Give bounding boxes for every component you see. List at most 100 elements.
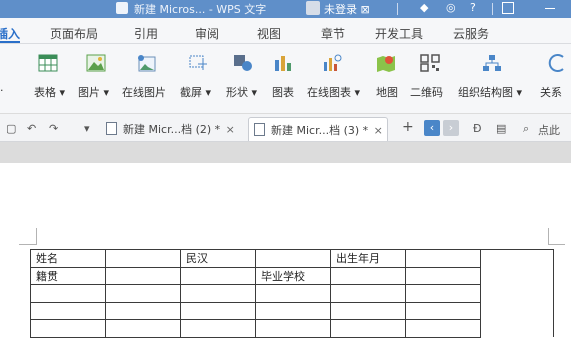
chart-icon bbox=[275, 56, 291, 71]
table-cell[interactable] bbox=[180, 284, 256, 303]
tab-chapter[interactable]: 章节 bbox=[321, 25, 345, 42]
table-cell[interactable] bbox=[30, 319, 106, 338]
table-cell[interactable] bbox=[330, 301, 406, 320]
doc-tab-label: 新建 Micr...档 (3) * bbox=[271, 124, 369, 137]
document-icon bbox=[116, 2, 128, 14]
table-cell[interactable]: 毕业学校 bbox=[255, 266, 331, 285]
table-cell[interactable]: 籍贯 bbox=[30, 266, 106, 285]
ribbon-item-online-chart[interactable]: 在线图表 ▾ bbox=[307, 84, 360, 100]
preview-icon[interactable]: ▢ bbox=[6, 122, 16, 135]
quick-access-dropdown-icon[interactable]: ▾ bbox=[84, 122, 90, 135]
close-icon[interactable]: × bbox=[226, 123, 235, 136]
doc-tab-2[interactable]: 新建 Micr...档 (2) * × bbox=[101, 117, 239, 141]
ribbon-item-shapes[interactable]: 形状 ▾ bbox=[226, 84, 257, 100]
table-cell[interactable]: 姓名 bbox=[30, 249, 106, 268]
question-icon[interactable]: ? bbox=[470, 1, 476, 14]
ribbon-label: 表格 bbox=[34, 86, 56, 99]
table-cell[interactable] bbox=[180, 301, 256, 320]
table-cell[interactable]: 民汉 bbox=[180, 249, 256, 268]
ribbon-item-screenshot[interactable]: 截屏 ▾ bbox=[180, 84, 211, 100]
relation-icon bbox=[548, 54, 564, 72]
tab-view[interactable]: 视图 bbox=[257, 25, 281, 42]
table-icon bbox=[38, 54, 58, 72]
table-row bbox=[30, 284, 554, 303]
ribbon-item-map[interactable]: 地图 bbox=[376, 84, 398, 100]
tab-cloud[interactable]: 云服务 bbox=[453, 25, 489, 42]
table-cell[interactable] bbox=[255, 284, 331, 303]
table-cell[interactable] bbox=[30, 284, 106, 303]
table-cell[interactable] bbox=[180, 266, 256, 285]
ribbon-label: 图片 bbox=[78, 86, 100, 99]
table-cell[interactable] bbox=[405, 249, 481, 268]
ribbon-item-online-picture[interactable]: 在线图片 bbox=[122, 84, 166, 100]
close-icon[interactable]: × bbox=[374, 124, 383, 137]
restore-icon[interactable] bbox=[502, 2, 514, 14]
table-row: 姓名 民汉 出生年月 bbox=[30, 249, 554, 337]
table-row bbox=[30, 301, 554, 320]
login-button[interactable]: 未登录 ⊠ bbox=[324, 1, 370, 17]
table-cell[interactable] bbox=[405, 301, 481, 320]
page-gap bbox=[0, 142, 571, 163]
ribbon-item-picture[interactable]: 图片 ▾ bbox=[78, 84, 109, 100]
menu-bar: 插入 页面布局 引用 审阅 视图 章节 开发工具 云服务 bbox=[0, 18, 571, 44]
tab-references[interactable]: 引用 bbox=[134, 25, 158, 42]
table-cell[interactable] bbox=[330, 266, 406, 285]
online-picture-icon bbox=[138, 55, 156, 72]
tab-menu-icon[interactable]: ▤ bbox=[496, 122, 506, 135]
table-cell[interactable] bbox=[255, 319, 331, 338]
table-cell[interactable] bbox=[405, 284, 481, 303]
table-cell[interactable] bbox=[105, 319, 181, 338]
photo-cell[interactable] bbox=[480, 249, 554, 337]
ribbon-overflow[interactable]: · bbox=[0, 84, 4, 97]
doc-tab-3[interactable]: 新建 Micr...档 (3) * × bbox=[248, 117, 388, 141]
tab-review[interactable]: 审阅 bbox=[195, 25, 219, 42]
ribbon-item-chart[interactable]: 图表 bbox=[272, 84, 294, 100]
table-cell[interactable] bbox=[405, 266, 481, 285]
user-avatar-icon[interactable] bbox=[306, 1, 320, 15]
next-tab-button[interactable]: › bbox=[443, 120, 459, 136]
picture-icon bbox=[86, 54, 106, 72]
table-cell[interactable] bbox=[180, 319, 256, 338]
ribbon-label: 截屏 bbox=[180, 86, 202, 99]
table-cell[interactable] bbox=[255, 301, 331, 320]
org-chart-icon bbox=[483, 55, 501, 71]
tab-insert[interactable]: 插入 bbox=[0, 25, 20, 42]
table-cell[interactable] bbox=[105, 249, 181, 268]
search-hint[interactable]: 点此 bbox=[538, 122, 560, 138]
table-cell[interactable] bbox=[330, 284, 406, 303]
screenshot-icon bbox=[189, 55, 207, 70]
table-cell[interactable] bbox=[330, 319, 406, 338]
active-tab-indicator bbox=[0, 41, 20, 43]
shapes-icon bbox=[234, 55, 252, 71]
undo-icon[interactable]: ↶ bbox=[27, 122, 36, 135]
ribbon-item-relation[interactable]: 关系 bbox=[540, 84, 562, 100]
tab-list-icon[interactable]: Ð bbox=[473, 122, 482, 135]
table-cell[interactable]: 出生年月 bbox=[330, 249, 406, 268]
dropdown-icon[interactable]: ⊠ bbox=[361, 3, 370, 16]
minimize-icon[interactable] bbox=[545, 8, 555, 9]
ribbon-item-table[interactable]: 表格 ▾ bbox=[34, 84, 65, 100]
search-icon[interactable]: ⌕ bbox=[523, 122, 529, 136]
table-row bbox=[30, 319, 554, 338]
table-cell[interactable] bbox=[30, 301, 106, 320]
settings-icon[interactable]: ◎ bbox=[446, 1, 456, 14]
prev-tab-button[interactable]: ‹ bbox=[424, 120, 440, 136]
title-bar: 新建 Micros... - WPS 文字 未登录 ⊠ ◆ ◎ ? bbox=[0, 0, 571, 18]
ribbon-item-qrcode[interactable]: 二维码 bbox=[410, 84, 443, 100]
table-cell[interactable] bbox=[105, 301, 181, 320]
tab-page-layout[interactable]: 页面布局 bbox=[50, 25, 98, 42]
redo-icon[interactable]: ↷ bbox=[49, 122, 58, 135]
login-label: 未登录 bbox=[324, 3, 357, 16]
table-cell[interactable] bbox=[105, 266, 181, 285]
tab-developer[interactable]: 开发工具 bbox=[375, 25, 423, 42]
table-cell[interactable] bbox=[105, 284, 181, 303]
document-icon bbox=[254, 123, 265, 136]
online-chart-icon bbox=[324, 54, 342, 71]
help-icon[interactable]: ◆ bbox=[420, 1, 428, 14]
ribbon-item-org-chart[interactable]: 组织结构图 ▾ bbox=[458, 84, 522, 100]
ribbon-label: 组织结构图 bbox=[458, 86, 513, 99]
table-cell[interactable] bbox=[255, 249, 331, 268]
table-cell[interactable] bbox=[405, 319, 481, 338]
new-tab-button[interactable]: + bbox=[402, 119, 414, 135]
crop-mark bbox=[548, 228, 549, 245]
